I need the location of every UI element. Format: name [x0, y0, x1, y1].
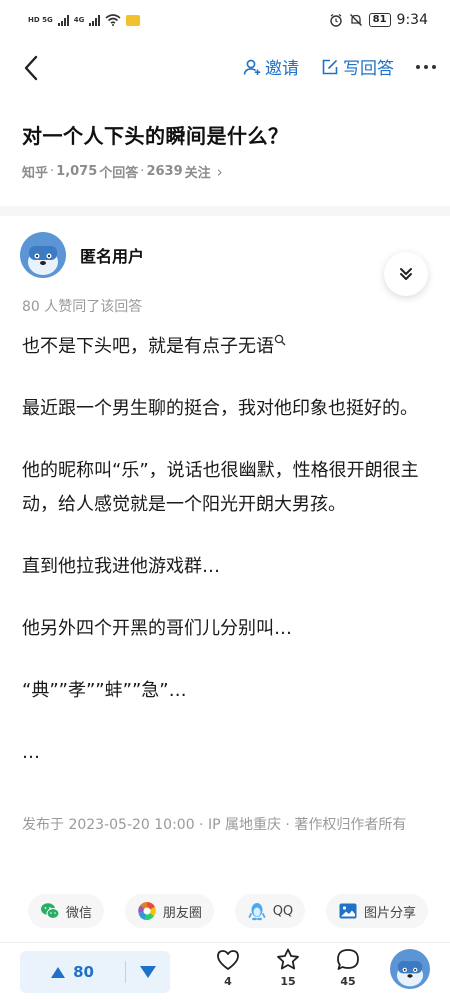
invite-person-icon — [243, 59, 261, 75]
comment-button[interactable]: 45 — [328, 947, 368, 988]
share-wechat-label: 微信 — [66, 905, 93, 921]
share-image-button[interactable]: 图片分享 — [325, 894, 428, 928]
anonymous-avatar-icon — [390, 949, 430, 989]
share-qq-button[interactable]: QQ — [234, 894, 306, 928]
status-left: HD 5G 4G — [28, 14, 141, 26]
collapse-button[interactable] — [384, 252, 428, 296]
author-row[interactable]: 匿名用户 — [20, 232, 144, 278]
star-icon — [277, 948, 299, 970]
upvote-count: 80 — [73, 963, 94, 981]
invite-button[interactable]: 邀请 — [243, 54, 299, 79]
signal-icon-2 — [89, 14, 101, 26]
upvote-button[interactable]: 80 — [20, 951, 125, 993]
chevron-right-icon: › — [216, 162, 223, 181]
share-moments-label: 朋友圈 — [162, 905, 202, 921]
share-wechat-button[interactable]: 微信 — [28, 894, 105, 928]
share-moments-button[interactable]: 朋友圈 — [124, 894, 214, 928]
back-button[interactable] — [16, 52, 46, 84]
signal-icon — [57, 14, 69, 26]
double-chevron-down-icon — [400, 268, 412, 280]
share-row: 微信 朋友圈 QQ 图片分享 — [28, 894, 428, 928]
downvote-button[interactable] — [126, 951, 170, 993]
avatar[interactable] — [20, 232, 66, 278]
answer-body: 也不是下头吧，就是有点子无语 最近跟一个男生聊的挺合，我对他印象也挺好的。 他的… — [22, 330, 432, 798]
section-divider — [0, 206, 450, 216]
answer-paragraph: … — [22, 742, 40, 763]
followers-label: 关注 — [184, 166, 211, 181]
qq-penguin-icon — [248, 903, 266, 921]
edit-icon — [322, 59, 338, 74]
write-answer-label: 写回答 — [343, 59, 394, 79]
top-nav: 邀请 写回答 — [0, 42, 450, 94]
share-image-label: 图片分享 — [363, 905, 416, 921]
answers-label: 个回答 — [99, 166, 139, 181]
meta-separator-2: · — [140, 164, 145, 179]
answer-paragraph: 他另外四个开黑的哥们儿分别叫… — [22, 618, 292, 639]
wifi-icon — [105, 14, 121, 26]
comment-count: 45 — [340, 975, 356, 988]
vote-pill: 80 — [20, 951, 170, 993]
publish-info: 发布于 2023-05-20 10:00 · IP 属地重庆 · 著作权归作者所… — [22, 817, 407, 833]
question-meta[interactable]: 知乎 · 1,075 个回答 · 2639 关注 › — [22, 162, 223, 182]
upvote-arrow-icon — [51, 966, 66, 978]
followers-count: 2639 — [146, 164, 183, 179]
user-avatar[interactable] — [390, 949, 430, 989]
notification-app-icon — [126, 14, 141, 26]
alarm-icon — [329, 13, 342, 27]
moments-aperture-icon — [138, 902, 156, 921]
answer-paragraph: 最近跟一个男生聊的挺合，我对他印象也挺好的。 — [22, 398, 418, 419]
like-count: 4 — [224, 975, 232, 988]
status-right: 81 9:34 — [329, 12, 428, 28]
answers-count: 1,075 — [56, 164, 98, 179]
image-share-icon — [339, 903, 357, 919]
share-qq-label: QQ — [272, 903, 294, 919]
more-options-button[interactable] — [416, 61, 436, 73]
bottom-bar: 80 4 15 45 — [0, 942, 450, 1000]
search-icon[interactable] — [274, 334, 286, 346]
author-name[interactable]: 匿名用户 — [80, 243, 144, 267]
source-label: 知乎 — [22, 166, 49, 181]
heart-icon — [217, 950, 239, 970]
battery-indicator: 81 — [368, 13, 391, 27]
upvote-note: 80 人赞同了该回答 — [22, 299, 143, 315]
question-title[interactable]: 对一个人下头的瞬间是什么？ — [22, 120, 289, 149]
back-arrow-icon — [24, 55, 38, 81]
comment-bubble-icon — [337, 949, 359, 970]
wechat-icon — [41, 903, 60, 919]
mute-bell-icon — [349, 14, 362, 26]
favorite-button[interactable]: 15 — [268, 947, 308, 988]
answer-paragraph: 直到他拉我进他游戏群… — [22, 556, 220, 577]
status-time: 9:34 — [396, 12, 428, 28]
nav-actions: 邀请 写回答 — [243, 54, 436, 79]
invite-label: 邀请 — [265, 59, 299, 79]
write-answer-button[interactable]: 写回答 — [321, 54, 394, 79]
meta-separator: · — [50, 164, 55, 179]
like-button[interactable]: 4 — [208, 947, 248, 988]
answer-paragraph: 他的昵称叫“乐”，说话也很幽默，性格很开朗很主动，给人感觉就是一个阳光开朗大男孩… — [22, 460, 419, 515]
answer-paragraph: 也不是下头吧，就是有点子无语 — [22, 330, 432, 364]
anonymous-avatar-icon — [20, 232, 66, 278]
downvote-arrow-icon — [140, 966, 156, 978]
status-bar: HD 5G 4G 81 9:34 — [0, 0, 450, 40]
answer-paragraph: “典””孝””蚌””急”… — [22, 680, 187, 701]
favorite-count: 15 — [280, 975, 296, 988]
network-tag-1: HD 5G — [28, 15, 53, 24]
network-tag-2: 4G — [73, 15, 85, 24]
